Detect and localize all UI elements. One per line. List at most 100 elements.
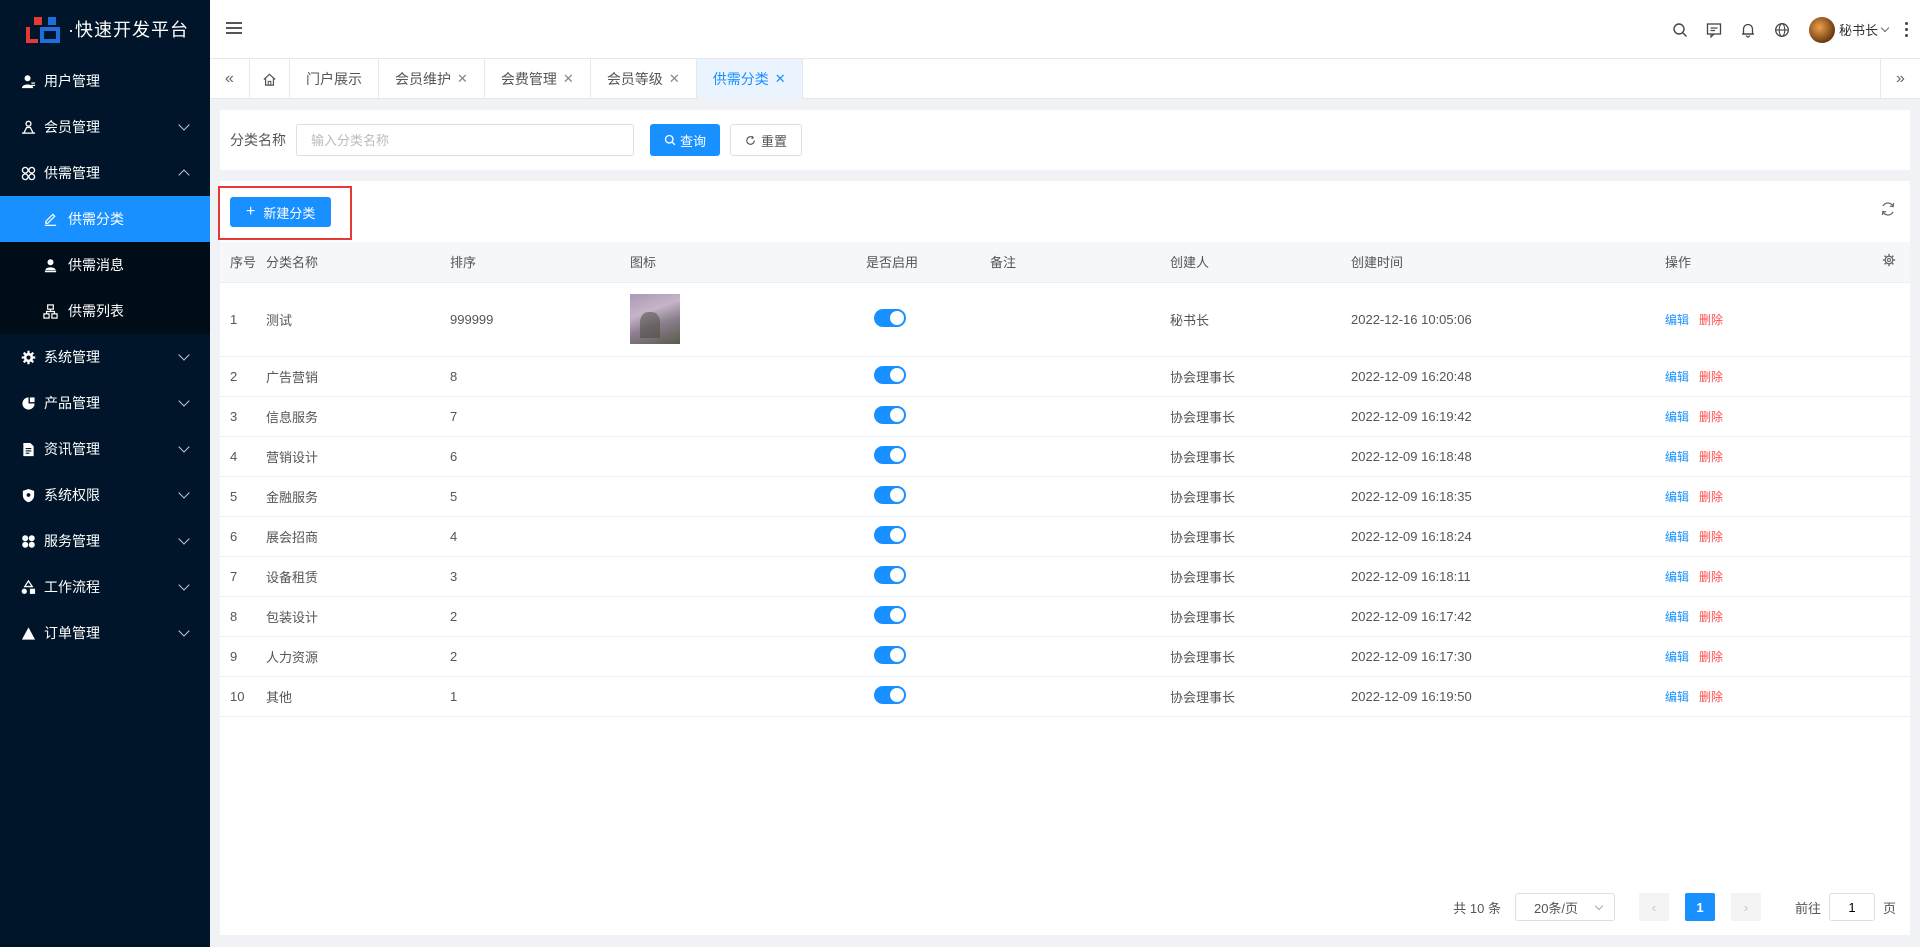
more-vertical-icon[interactable] [1896, 13, 1916, 47]
enabled-toggle[interactable] [874, 645, 906, 664]
enabled-toggle[interactable] [874, 445, 906, 464]
column-settings-icon[interactable] [1882, 253, 1896, 270]
sidebar-subitem-0[interactable]: 供需分类 [0, 196, 210, 242]
close-icon[interactable]: ✕ [457, 71, 468, 87]
edit-link[interactable]: 编辑 [1665, 570, 1689, 584]
edit-link[interactable]: 编辑 [1665, 450, 1689, 464]
cell-spacer [1860, 476, 1910, 517]
edit-link[interactable]: 编辑 [1665, 690, 1689, 704]
table-row: 9 人力资源 2 协会理事长 2022-12-09 16:17:30 编辑 删除 [220, 636, 1910, 677]
brand-title: ·快速开发平台 [68, 20, 189, 40]
tabs-scroll-left-icon[interactable]: « [210, 59, 250, 99]
edit-link[interactable]: 编辑 [1665, 650, 1689, 664]
sidebar-item-label: 会员管理 [44, 119, 100, 135]
search-icon[interactable] [1663, 13, 1697, 47]
sidebar-item-8[interactable]: 工作流程 [0, 564, 210, 610]
message-icon[interactable] [1697, 13, 1731, 47]
refresh-icon [746, 135, 755, 145]
page-1-button[interactable]: 1 [1684, 893, 1715, 921]
cell-created: 2022-12-09 16:17:42 [1341, 596, 1655, 637]
category-thumbnail[interactable] [630, 294, 680, 344]
reset-button[interactable]: 重置 [730, 124, 803, 156]
cell-sort: 5 [440, 476, 620, 517]
tabs-scroll-right-icon[interactable]: » [1880, 59, 1920, 99]
delete-link[interactable]: 删除 [1699, 530, 1723, 544]
prev-page-button[interactable]: ‹ [1638, 893, 1669, 921]
enabled-toggle[interactable] [874, 605, 906, 624]
delete-link[interactable]: 删除 [1699, 610, 1723, 624]
cell-creator: 协会理事长 [1160, 596, 1341, 637]
delete-link[interactable]: 删除 [1699, 650, 1723, 664]
sidebar-item-7[interactable]: 服务管理 [0, 518, 210, 564]
goto-page-input[interactable] [1828, 893, 1875, 921]
close-icon[interactable]: ✕ [669, 71, 680, 87]
table-toolbar: + 新建分类 [218, 181, 1910, 242]
sidebar-item-2[interactable]: 供需管理 [0, 150, 210, 196]
delete-link[interactable]: 删除 [1699, 410, 1723, 424]
search-icon [664, 134, 676, 146]
cell-creator: 协会理事长 [1160, 676, 1341, 717]
category-table: 序号 分类名称 排序 图标 是否启用 备注 创建人 创建时间 操作 1 测试 999999 秘书长 20… [220, 242, 1910, 717]
sidebar-item-5[interactable]: 资讯管理 [0, 426, 210, 472]
page-size-select[interactable]: 20条/页 [1514, 893, 1615, 921]
tab-label: 会员维护 [395, 71, 451, 87]
enabled-toggle[interactable] [874, 485, 906, 504]
cell-spacer [1860, 636, 1910, 677]
enabled-toggle[interactable] [874, 565, 906, 584]
tab-2[interactable]: 会费管理 ✕ [485, 59, 591, 99]
enabled-toggle[interactable] [874, 308, 906, 327]
delete-link[interactable]: 删除 [1699, 690, 1723, 704]
chevron-down-icon [178, 441, 190, 453]
sidebar-subitem-2[interactable]: 供需列表 [0, 288, 210, 334]
sidebar-item-3[interactable]: 系统管理 [0, 334, 210, 380]
tab-3[interactable]: 会员等级 ✕ [591, 59, 697, 99]
sidebar-item-4[interactable]: 产品管理 [0, 380, 210, 426]
new-category-button[interactable]: + 新建分类 [230, 197, 332, 227]
query-button[interactable]: 查询 [650, 124, 721, 156]
delete-link[interactable]: 删除 [1699, 450, 1723, 464]
edit-link[interactable]: 编辑 [1665, 610, 1689, 624]
collapse-menu-icon[interactable] [226, 22, 242, 36]
cell-spacer [1860, 516, 1910, 557]
sidebar-item-9[interactable]: 订单管理 [0, 610, 210, 656]
edit-link[interactable]: 编辑 [1665, 410, 1689, 424]
sidebar-item-1[interactable]: 会员管理 [0, 104, 210, 150]
tab-4[interactable]: 供需分类 ✕ [696, 59, 803, 99]
tab-1[interactable]: 会员维护 ✕ [379, 59, 485, 99]
refresh-table-icon[interactable] [1880, 201, 1898, 219]
next-page-button[interactable]: › [1730, 893, 1761, 921]
edit-link[interactable]: 编辑 [1665, 530, 1689, 544]
chevron-down-icon [178, 119, 190, 131]
enabled-toggle[interactable] [874, 685, 906, 704]
delete-link[interactable]: 删除 [1699, 313, 1723, 327]
enabled-toggle[interactable] [874, 365, 906, 384]
sidebar-item-6[interactable]: 系统权限 [0, 472, 210, 518]
category-name-input[interactable] [296, 124, 634, 156]
cell-enabled [856, 596, 980, 637]
cell-remark [980, 436, 1160, 477]
edit-link[interactable]: 编辑 [1665, 370, 1689, 384]
user-menu[interactable]: 秘书长 [1808, 16, 1890, 43]
cell-no: 1 [220, 282, 256, 357]
globe-icon[interactable] [1765, 13, 1799, 47]
tab-home[interactable] [250, 59, 290, 99]
brand-logo[interactable]: ·快速开发平台 [0, 0, 210, 58]
enabled-toggle[interactable] [874, 525, 906, 544]
cell-sort: 8 [440, 356, 620, 397]
edit-link[interactable]: 编辑 [1665, 490, 1689, 504]
cell-remark [980, 356, 1160, 397]
edit-link[interactable]: 编辑 [1665, 313, 1689, 327]
delete-link[interactable]: 删除 [1699, 490, 1723, 504]
tab-0[interactable]: 门户展示 [290, 59, 379, 99]
close-icon[interactable]: ✕ [563, 71, 574, 87]
close-icon[interactable]: ✕ [775, 71, 786, 87]
sidebar-item-0[interactable]: 用户管理 [0, 58, 210, 104]
sidebar-subitem-1[interactable]: 供需消息 [0, 242, 210, 288]
bell-icon[interactable] [1731, 13, 1765, 47]
gear-icon [20, 349, 36, 365]
delete-link[interactable]: 删除 [1699, 570, 1723, 584]
plus-icon: + [246, 203, 256, 220]
cell-created: 2022-12-16 10:05:06 [1341, 282, 1655, 357]
enabled-toggle[interactable] [874, 405, 906, 424]
delete-link[interactable]: 删除 [1699, 370, 1723, 384]
